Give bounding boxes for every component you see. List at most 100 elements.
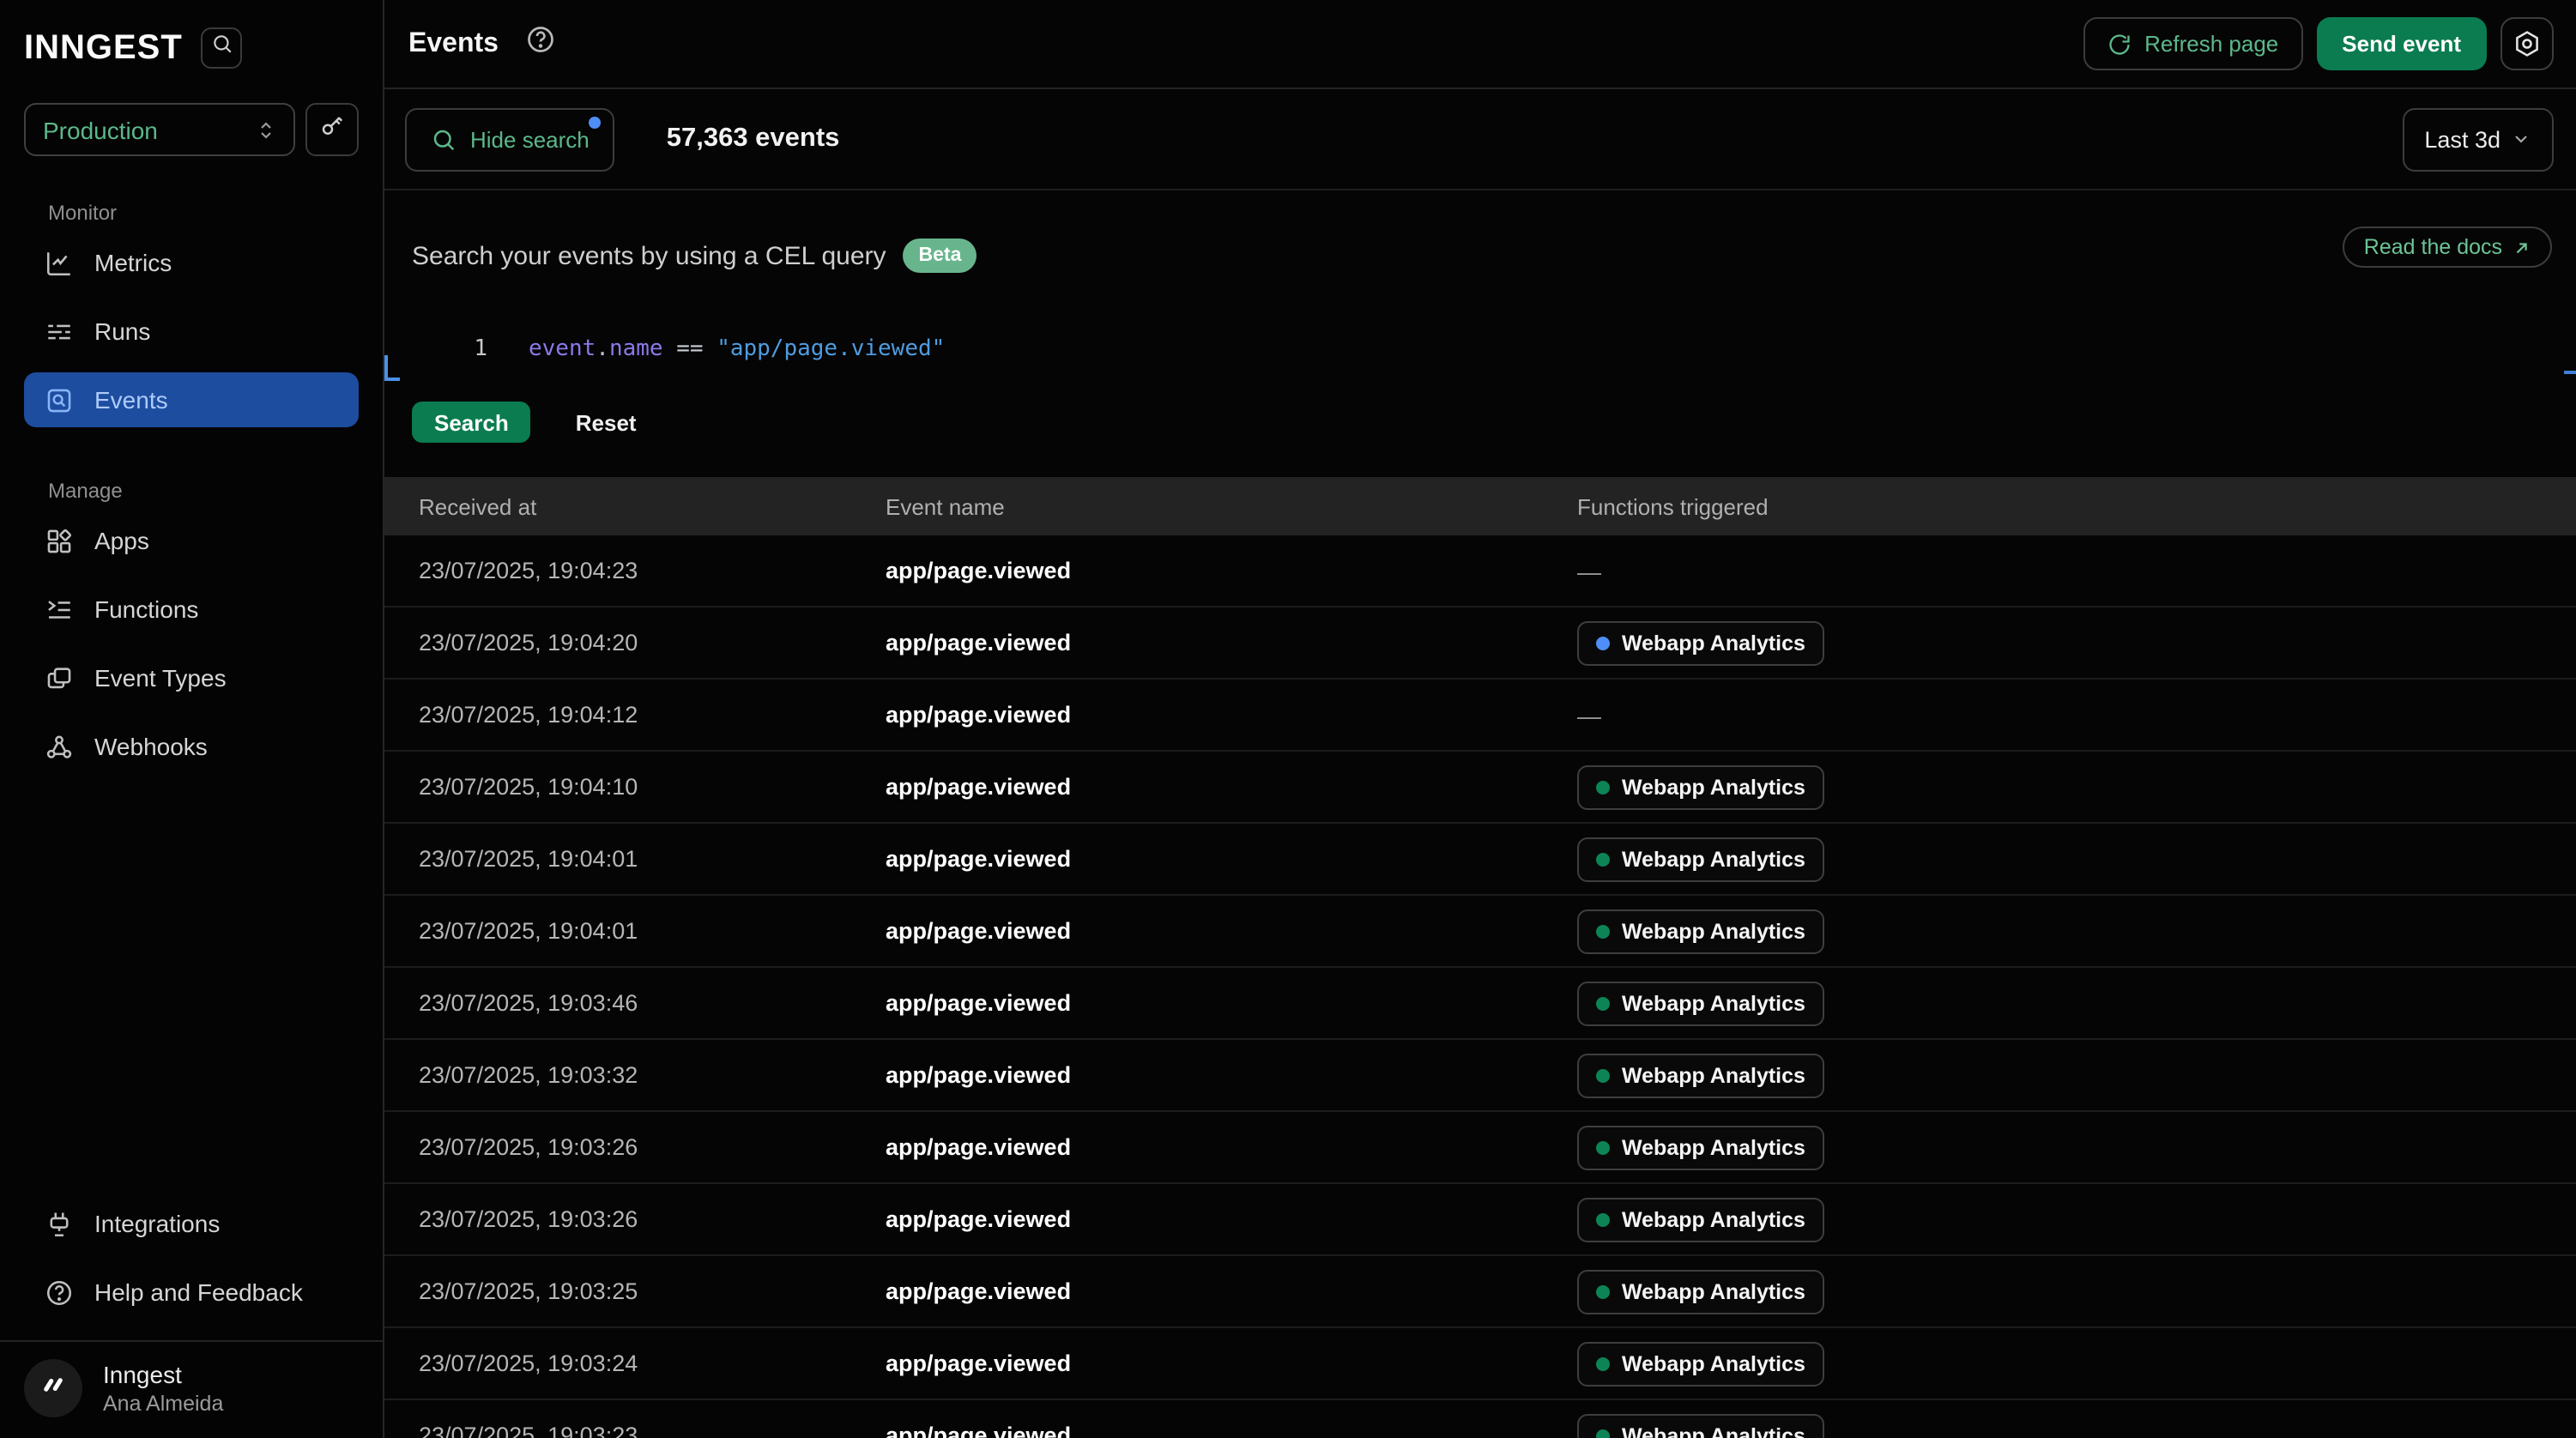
event-name-cell: app/page.viewed [886, 558, 1577, 583]
sidebar-item-label: Events [94, 386, 168, 414]
time-range-dropdown[interactable]: Last 3d [2402, 107, 2554, 171]
reset-button[interactable]: Reset [576, 409, 637, 435]
table-row[interactable]: 23/07/2025, 19:04:23 app/page.viewed — [384, 535, 2576, 607]
function-badge[interactable]: Webapp Analytics [1577, 764, 1824, 809]
sidebar-item-label: Integrations [94, 1210, 220, 1237]
beta-badge: Beta [904, 239, 977, 273]
table-row[interactable]: 23/07/2025, 19:03:23 app/page.viewed Web… [384, 1400, 2576, 1438]
event-name-cell: app/page.viewed [886, 1134, 1577, 1160]
table-row[interactable]: 23/07/2025, 19:04:10 app/page.viewed Web… [384, 752, 2576, 824]
sidebar-item-events[interactable]: Events [24, 372, 359, 427]
function-badge-label: Webapp Analytics [1622, 847, 1805, 871]
sidebar-item-runs[interactable]: Runs [24, 304, 359, 359]
cel-search-panel: Search your events by using a CEL query … [384, 190, 2576, 477]
sidebar: INNGEST Production Monitor [0, 0, 384, 1438]
event-name-cell: app/page.viewed [886, 1206, 1577, 1232]
table-row[interactable]: 23/07/2025, 19:03:26 app/page.viewed Web… [384, 1112, 2576, 1184]
functions-triggered-cell: Webapp Analytics [1577, 1341, 2576, 1386]
table-row[interactable]: 23/07/2025, 19:03:26 app/page.viewed Web… [384, 1184, 2576, 1256]
functions-triggered-cell: — [1577, 701, 2576, 728]
function-badge-label: Webapp Analytics [1622, 919, 1805, 943]
functions-triggered-cell: Webapp Analytics [1577, 981, 2576, 1025]
table-row[interactable]: 23/07/2025, 19:04:01 app/page.viewed Web… [384, 824, 2576, 896]
table-row[interactable]: 23/07/2025, 19:04:01 app/page.viewed Web… [384, 896, 2576, 968]
function-status-dot [1596, 1284, 1610, 1298]
function-status-dot [1596, 1356, 1610, 1370]
function-status-dot [1596, 1140, 1610, 1154]
function-badge[interactable]: Webapp Analytics [1577, 1197, 1824, 1242]
metrics-icon [45, 248, 74, 277]
refresh-page-button[interactable]: Refresh page [2083, 17, 2302, 70]
function-badge[interactable]: Webapp Analytics [1577, 1413, 1824, 1438]
function-badge-label: Webapp Analytics [1622, 1351, 1805, 1375]
function-badge[interactable]: Webapp Analytics [1577, 1341, 1824, 1386]
function-badge[interactable]: Webapp Analytics [1577, 909, 1824, 953]
event-name-cell: app/page.viewed [886, 630, 1577, 656]
sidebar-item-label: Functions [94, 595, 198, 623]
function-badge-label: Webapp Analytics [1622, 1063, 1805, 1087]
table-row[interactable]: 23/07/2025, 19:03:46 app/page.viewed Web… [384, 968, 2576, 1040]
environment-selector[interactable]: Production [24, 103, 295, 156]
events-count: 57,363 events [667, 124, 840, 154]
search-button[interactable]: Search [412, 402, 531, 443]
column-header-event-name: Event name [886, 493, 1577, 519]
environment-value: Production [43, 116, 158, 143]
function-status-dot [1596, 1212, 1610, 1226]
table-row[interactable]: 23/07/2025, 19:03:24 app/page.viewed Web… [384, 1328, 2576, 1400]
user-menu[interactable]: Inngest Ana Almeida [0, 1340, 383, 1438]
sidebar-item-metrics[interactable]: Metrics [24, 235, 359, 290]
table-row[interactable]: 23/07/2025, 19:04:12 app/page.viewed — [384, 680, 2576, 752]
cel-query-editor[interactable]: 1 event.name == "app/page.viewed" [412, 335, 2554, 364]
sidebar-item-label: Metrics [94, 249, 172, 276]
refresh-page-label: Refresh page [2144, 31, 2278, 57]
sidebar-item-label: Runs [94, 317, 150, 345]
functions-triggered-cell: Webapp Analytics [1577, 1197, 2576, 1242]
function-status-dot [1596, 1429, 1610, 1438]
send-event-button[interactable]: Send event [2316, 17, 2487, 70]
received-at-cell: 23/07/2025, 19:04:10 [419, 774, 886, 800]
read-the-docs-button[interactable]: Read the docs [2343, 227, 2552, 268]
notification-dot [590, 116, 602, 128]
received-at-cell: 23/07/2025, 19:03:23 [419, 1423, 886, 1438]
column-header-functions-triggered: Functions triggered [1577, 493, 2576, 519]
received-at-cell: 23/07/2025, 19:04:01 [419, 846, 886, 872]
functions-triggered-cell: Webapp Analytics [1577, 1269, 2576, 1314]
sidebar-search-button[interactable] [202, 27, 243, 69]
function-badge[interactable]: Webapp Analytics [1577, 1053, 1824, 1097]
page-header: Events Refresh page Send event [384, 0, 2576, 89]
function-badge[interactable]: Webapp Analytics [1577, 837, 1824, 881]
avatar [24, 1359, 82, 1417]
sidebar-item-functions[interactable]: Functions [24, 582, 359, 637]
apps-icon [45, 526, 74, 555]
sidebar-item-apps[interactable]: Apps [24, 513, 359, 568]
sidebar-item-webhooks[interactable]: Webhooks [24, 719, 359, 774]
event-name-cell: app/page.viewed [886, 846, 1577, 872]
event-name-cell: app/page.viewed [886, 1278, 1577, 1304]
functions-icon [45, 595, 74, 624]
settings-button[interactable] [2500, 17, 2554, 70]
sidebar-item-label: Webhooks [94, 733, 208, 760]
sidebar-item-label: Event Types [94, 664, 227, 692]
table-row[interactable]: 23/07/2025, 19:04:20 app/page.viewed Web… [384, 607, 2576, 680]
sidebar-item-integrations[interactable]: Integrations [24, 1196, 359, 1251]
function-badge[interactable]: Webapp Analytics [1577, 981, 1824, 1025]
page-help-button[interactable] [526, 24, 557, 63]
function-badge[interactable]: Webapp Analytics [1577, 1269, 1824, 1314]
received-at-cell: 23/07/2025, 19:03:26 [419, 1134, 886, 1160]
table-row[interactable]: 23/07/2025, 19:03:25 app/page.viewed Web… [384, 1256, 2576, 1328]
api-keys-button[interactable] [305, 103, 359, 156]
hide-search-label: Hide search [470, 126, 590, 152]
sidebar-item-help-feedback[interactable]: Help and Feedback [24, 1265, 359, 1320]
sidebar-item-event-types[interactable]: Event Types [24, 650, 359, 705]
function-badge[interactable]: Webapp Analytics [1577, 1125, 1824, 1169]
functions-triggered-cell: Webapp Analytics [1577, 909, 2576, 953]
hide-search-button[interactable]: Hide search [405, 107, 615, 171]
main-content: Events Refresh page Send event [384, 0, 2576, 1438]
function-badge-label: Webapp Analytics [1622, 631, 1805, 655]
received-at-cell: 23/07/2025, 19:03:32 [419, 1062, 886, 1088]
function-badge[interactable]: Webapp Analytics [1577, 620, 1824, 665]
function-badge-label: Webapp Analytics [1622, 775, 1805, 799]
inngest-logo: INNGEST [24, 28, 183, 68]
table-row[interactable]: 23/07/2025, 19:03:32 app/page.viewed Web… [384, 1040, 2576, 1112]
functions-triggered-cell: Webapp Analytics [1577, 620, 2576, 665]
